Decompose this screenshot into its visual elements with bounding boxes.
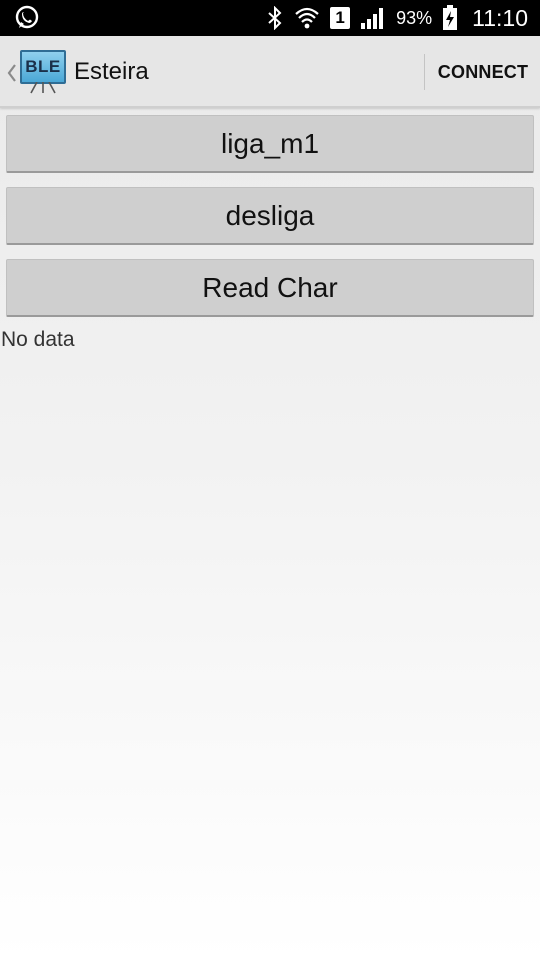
whatsapp-icon xyxy=(12,4,42,32)
sim-icon: 1 xyxy=(330,7,351,29)
easel-legs-icon xyxy=(30,82,56,94)
action-bar-divider xyxy=(424,54,425,90)
chevron-left-icon xyxy=(6,63,18,88)
desliga-button[interactable]: desliga xyxy=(6,187,534,245)
connect-button[interactable]: CONNECT xyxy=(426,36,540,108)
battery-charging-icon xyxy=(442,5,458,31)
app-icon: BLE xyxy=(20,50,66,94)
wifi-icon xyxy=(294,6,320,30)
data-text: No data xyxy=(1,328,75,351)
status-bar: 1 93% 11:10 xyxy=(0,0,540,36)
app-icon-label: BLE xyxy=(20,50,66,84)
read-char-button[interactable]: Read Char xyxy=(6,259,534,317)
signal-icon xyxy=(360,6,386,30)
page-title: Esteira xyxy=(74,58,149,85)
bluetooth-icon xyxy=(266,6,284,30)
status-icons: 1 93% 11:10 xyxy=(266,0,528,36)
liga-m1-button[interactable]: liga_m1 xyxy=(6,115,534,173)
battery-percent: 93% xyxy=(396,7,433,28)
clock: 11:10 xyxy=(472,4,528,31)
up-navigation-button[interactable]: BLE xyxy=(0,36,70,108)
action-bar: BLE Esteira CONNECT xyxy=(0,36,540,108)
